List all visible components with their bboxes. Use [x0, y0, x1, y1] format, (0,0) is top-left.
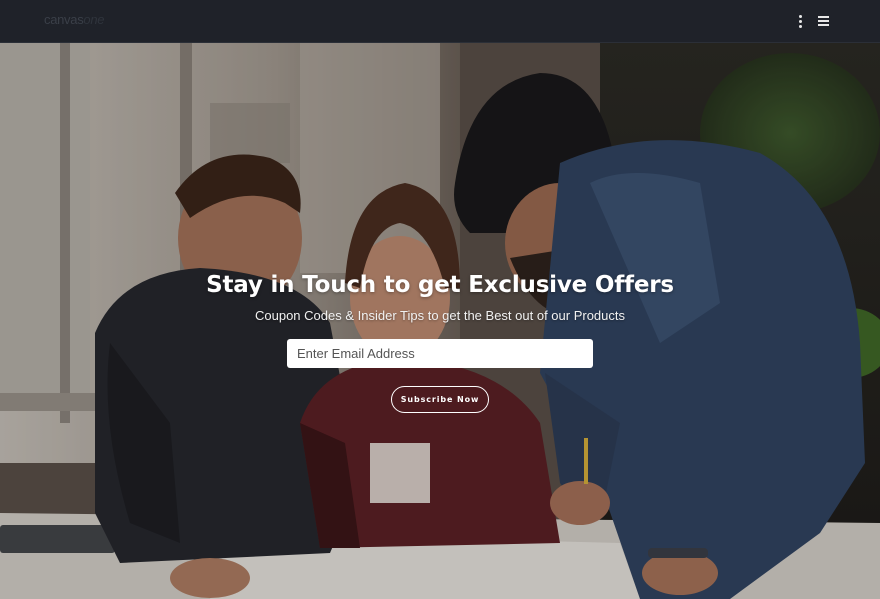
hero-subtitle: Coupon Codes & Insider Tips to get the B… — [255, 308, 625, 323]
site-logo[interactable]: canvasone — [44, 12, 104, 27]
hamburger-icon[interactable] — [816, 13, 832, 29]
hero-section: Stay in Touch to get Exclusive Offers Co… — [0, 43, 880, 599]
logo-main-text: canvas — [44, 12, 84, 27]
email-input[interactable] — [287, 339, 593, 368]
subscribe-button[interactable]: Subscribe Now — [391, 386, 489, 413]
logo-suffix-text: one — [83, 12, 105, 27]
kebab-menu-icon[interactable] — [793, 13, 809, 29]
top-navigation-bar: canvasone — [0, 0, 880, 43]
hero-title: Stay in Touch to get Exclusive Offers — [206, 272, 674, 298]
